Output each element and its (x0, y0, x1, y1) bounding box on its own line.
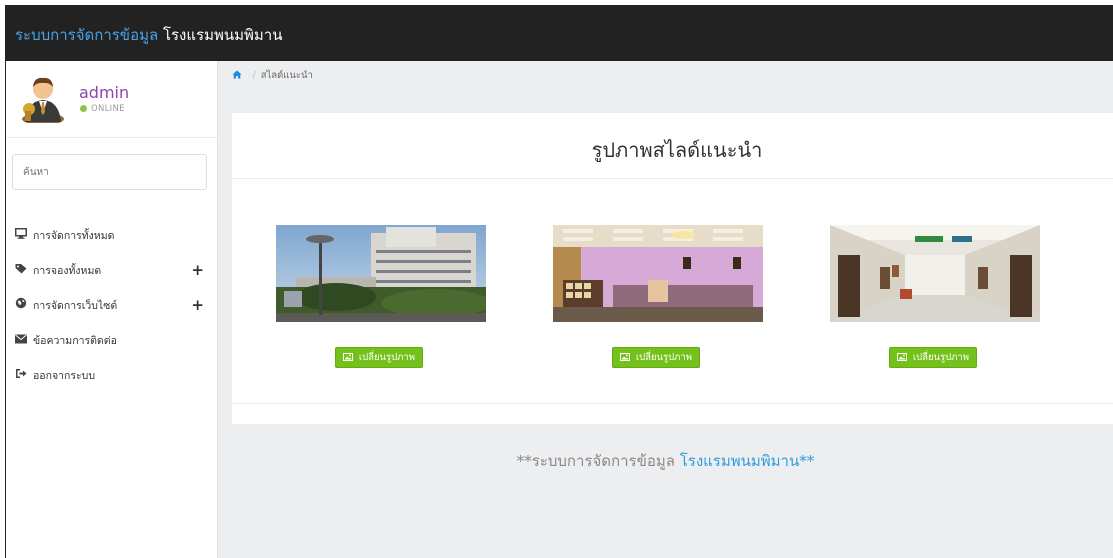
change-image-button[interactable]: เปลี่ยนรูปภาพ (889, 347, 978, 368)
panel-title: รูปภาพสไลด์แนะนำ (591, 138, 763, 162)
slide-card (276, 225, 491, 325)
breadcrumb-separator: / (252, 70, 256, 81)
hotel-corridor-photo (830, 225, 1040, 322)
home-icon[interactable] (232, 68, 246, 81)
search-input[interactable] (12, 154, 207, 190)
brand-part-1: ระบบการจัดการข้อมูล (15, 26, 159, 44)
change-image-label: เปลี่ยนรูปภาพ (912, 352, 970, 363)
user-avatar-icon (22, 77, 64, 123)
status-indicator: ONLINE (80, 104, 125, 114)
footer-text: **ระบบการจัดการข้อมูล (516, 452, 675, 470)
menu-item-website[interactable]: การจัดการเว็บไซต์ + (6, 288, 217, 323)
menu-item-messages[interactable]: ข้อความการติดต่อ (6, 323, 217, 358)
menu-label: การจัดการทั้งหมด (33, 230, 115, 242)
panel-header: รูปภาพสไลด์แนะนำ (232, 113, 1113, 179)
brand-title[interactable]: ระบบการจัดการข้อมูล โรงแรมพนมพิมาน (15, 23, 282, 47)
top-navbar: ระบบการจัดการข้อมูล โรงแรมพนมพิมาน (6, 6, 1113, 61)
menu-label: การจัดการเว็บไซต์ (33, 300, 118, 312)
status-text: ONLINE (91, 104, 125, 114)
change-image-label: เปลี่ยนรูปภาพ (358, 352, 416, 363)
app-frame: ระบบการจัดการข้อมูล โรงแรมพนมพิมาน admin… (5, 5, 1113, 558)
tag-icon (15, 253, 27, 288)
online-dot-icon (80, 105, 87, 112)
image-icon (620, 353, 633, 363)
menu-label: การจองทั้งหมด (33, 265, 102, 277)
change-image-label: เปลี่ยนรูปภาพ (635, 352, 693, 363)
menu-label: ข้อความการติดต่อ (33, 335, 117, 347)
brand-part-2: โรงแรมพนมพิมาน (162, 26, 283, 44)
footer-highlight: โรงแรมพนมพิมาน** (679, 452, 815, 470)
panel-footer-divider (232, 403, 1113, 404)
envelope-icon (15, 323, 27, 358)
expand-plus-icon[interactable]: + (191, 288, 204, 323)
change-image-button[interactable]: เปลี่ยนรูปภาพ (612, 347, 701, 368)
username: admin (79, 83, 130, 102)
page-footer: **ระบบการจัดการข้อมูล โรงแรมพนมพิมาน** (217, 449, 1113, 473)
sign-out-icon (15, 358, 27, 393)
menu-item-manage-all[interactable]: การจัดการทั้งหมด (6, 218, 217, 253)
sidebar: admin ONLINE การจัดการทั้งหมด การจองทั้ง… (6, 61, 218, 558)
hotel-lobby-photo (553, 225, 763, 322)
sidebar-menu: การจัดการทั้งหมด การจองทั้งหมด + การจัดก… (6, 218, 217, 393)
globe-icon (15, 288, 27, 323)
slide-card (553, 225, 763, 325)
menu-item-bookings[interactable]: การจองทั้งหมด + (6, 253, 217, 288)
user-panel: admin ONLINE (6, 61, 217, 138)
hotel-exterior-photo (276, 225, 491, 322)
slide-card (830, 225, 1040, 325)
slides-panel: รูปภาพสไลด์แนะนำ เปลี่ยนรูปภาพ เปลี่ยนรู… (232, 113, 1113, 424)
change-image-button[interactable]: เปลี่ยนรูปภาพ (335, 347, 424, 368)
image-icon (343, 353, 356, 363)
menu-item-logout[interactable]: ออกจากระบบ (6, 358, 217, 393)
breadcrumb: / สไลด์แนะนำ (232, 68, 313, 83)
expand-plus-icon[interactable]: + (191, 253, 204, 288)
menu-label: ออกจากระบบ (33, 370, 95, 382)
image-icon (897, 353, 910, 363)
breadcrumb-current: สไลด์แนะนำ (260, 70, 313, 81)
monitor-icon (15, 218, 27, 253)
